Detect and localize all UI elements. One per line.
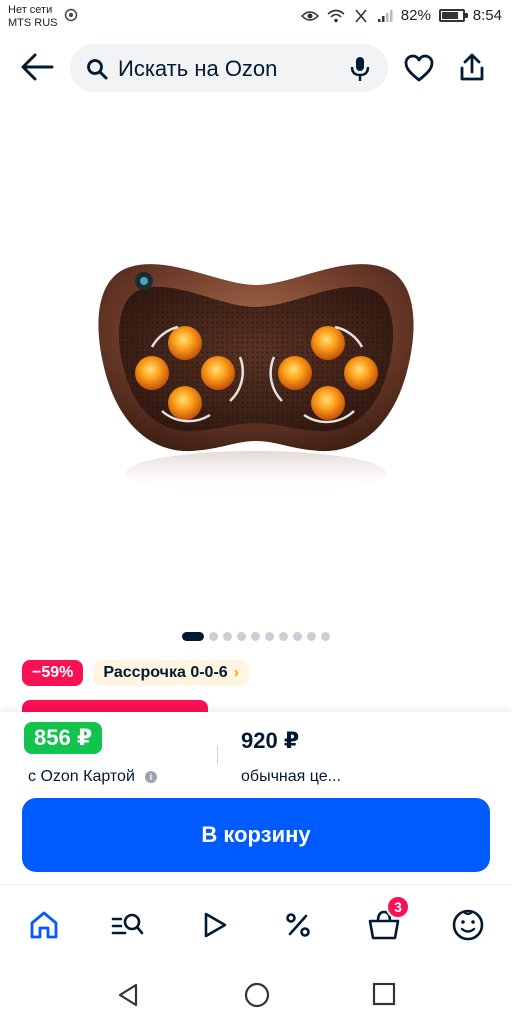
no-sim-icon [355, 8, 367, 23]
price-panel: 856 ₽ с Ozon Картой i 920 ₽ обычная це..… [0, 712, 512, 884]
video-play-icon [204, 912, 227, 938]
nav-video[interactable] [196, 907, 232, 943]
carrier-info: Нет сети MTS RUS [8, 4, 58, 30]
system-recents-icon[interactable] [372, 982, 396, 1006]
info-icon[interactable]: i [144, 771, 157, 783]
gallery-dot[interactable] [237, 632, 246, 641]
battery-fill [441, 12, 458, 19]
share-icon[interactable] [458, 52, 486, 82]
add-to-cart-button[interactable]: В корзину [22, 798, 490, 872]
nav-sales[interactable] [280, 907, 316, 943]
gallery-dot[interactable] [209, 632, 218, 641]
heart-icon[interactable] [404, 54, 434, 82]
search-placeholder: Искать на Ozon [118, 56, 278, 81]
search-icon [87, 59, 108, 80]
profile-icon [452, 909, 484, 941]
badges-row: −59% Рассрочка 0-0-6 › [22, 660, 249, 686]
gallery-dot[interactable] [293, 632, 302, 641]
system-back-icon[interactable] [116, 982, 140, 1008]
search-input[interactable]: Искать на Ozon [70, 44, 388, 92]
bottom-nav: 3 [0, 884, 512, 964]
nav-profile[interactable] [450, 907, 486, 943]
percent-icon [286, 913, 310, 937]
regular-price-label: обычная це... [241, 768, 341, 785]
gallery-dot[interactable] [321, 632, 330, 641]
gallery-dot[interactable] [307, 632, 316, 641]
clock: 8:54 [472, 7, 502, 24]
price-divider [217, 746, 218, 764]
regular-price: 920 ₽ [241, 728, 300, 753]
catalog-search-icon [111, 913, 144, 935]
carrier-line-1: Нет сети [8, 4, 53, 16]
home-icon [30, 911, 58, 939]
product-image[interactable] [90, 255, 422, 505]
search-header: Искать на Ozon [0, 40, 512, 96]
wifi-icon [327, 9, 345, 22]
eye-icon [300, 10, 319, 21]
nav-home[interactable] [26, 907, 62, 943]
system-nav-bar [0, 964, 512, 1024]
signal-icon [377, 9, 393, 22]
chevron-right-icon: › [233, 664, 239, 681]
nav-cart[interactable]: 3 [366, 895, 410, 943]
battery-percent: 82% [400, 7, 431, 24]
ozon-card-label[interactable]: с Ozon Картой i [28, 768, 157, 786]
battery-icon [438, 9, 468, 22]
gallery-dot[interactable] [279, 632, 288, 641]
gallery-pagination[interactable] [0, 632, 512, 641]
system-home-icon[interactable] [244, 982, 270, 1008]
carrier-line-2: MTS RUS [8, 17, 58, 29]
gallery-dot[interactable] [251, 632, 260, 641]
status-icons: 82% 8:54 [300, 7, 502, 24]
ozon-card-price: 856 ₽ [24, 722, 103, 754]
nav-catalog[interactable] [110, 907, 146, 943]
back-button[interactable] [20, 52, 56, 84]
microphone-icon[interactable] [350, 56, 370, 82]
installment-label: Рассрочка 0-0-6 [103, 664, 228, 681]
hotspot-icon [64, 8, 78, 22]
status-bar: Нет сети MTS RUS 82% 8:54 [0, 0, 512, 36]
discount-badge: −59% [22, 660, 84, 686]
ozon-card-text: с Ozon Картой [28, 768, 135, 785]
installment-badge[interactable]: Рассрочка 0-0-6 › [93, 660, 249, 686]
gallery-dot[interactable] [182, 632, 204, 641]
gallery-dot[interactable] [223, 632, 232, 641]
cart-count-badge: 3 [386, 895, 410, 919]
gallery-dot[interactable] [265, 632, 274, 641]
back-arrow-icon [21, 53, 54, 81]
